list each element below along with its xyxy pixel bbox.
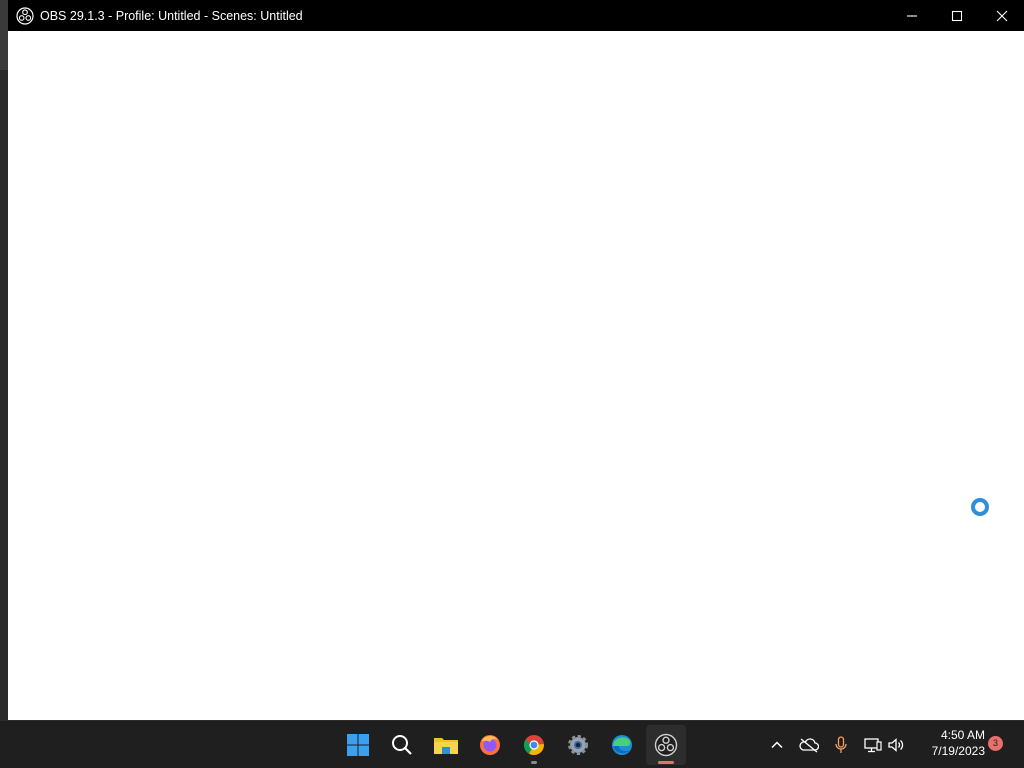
notification-count-badge[interactable]: 3 [988,736,1003,751]
taskbar [0,720,1024,768]
taskbar-file-explorer-button[interactable] [426,725,466,765]
close-icon [996,10,1007,21]
windows-start-icon [347,734,369,756]
edge-icon [612,735,632,755]
tray-overflow-button[interactable] [765,733,789,757]
minimize-button[interactable] [889,0,934,31]
running-indicator [531,761,537,764]
tray-network-button[interactable] [861,733,885,757]
minimize-icon [906,14,917,17]
busy-cursor-spinner-icon [971,498,989,516]
obs-app-icon [16,6,34,25]
file-explorer-icon [434,738,458,754]
taskbar-search-button[interactable] [382,725,422,765]
settings-gear-icon [568,735,588,755]
obs-icon [654,733,678,757]
tray-volume-button[interactable] [884,733,908,757]
window-controls [889,0,1024,31]
taskbar-clock[interactable]: 4:50 AM 7/19/2023 [915,727,985,763]
taskbar-firefox-button[interactable] [470,725,510,765]
running-indicator [658,761,674,764]
background-window-edge-top [0,0,8,70]
tray-onedrive-button[interactable] [797,733,821,757]
search-icon [392,735,412,755]
network-icon [864,738,882,753]
window-client-area[interactable] [8,31,1024,720]
maximize-button[interactable] [934,0,979,31]
volume-icon [888,738,904,752]
taskbar-obs-button[interactable] [646,725,686,765]
clock-time: 4:50 AM [940,728,985,742]
taskbar-edge-button[interactable] [602,725,642,765]
background-window-edge [0,0,8,720]
chrome-icon [523,735,544,756]
window-titlebar[interactable]: OBS 29.1.3 - Profile: Untitled - Scenes:… [8,0,1024,31]
tray-microphone-button[interactable] [829,733,853,757]
microphone-icon [835,736,847,753]
maximize-icon [951,10,962,21]
taskbar-settings-button[interactable] [558,725,598,765]
firefox-icon [480,735,500,755]
taskbar-start-button[interactable] [338,725,378,765]
onedrive-offline-icon [799,738,819,753]
window-title: OBS 29.1.3 - Profile: Untitled - Scenes:… [40,8,303,23]
close-button[interactable] [979,0,1024,31]
clock-date: 7/19/2023 [931,744,985,758]
taskbar-chrome-button[interactable] [514,725,554,765]
chevron-up-icon [771,741,783,749]
